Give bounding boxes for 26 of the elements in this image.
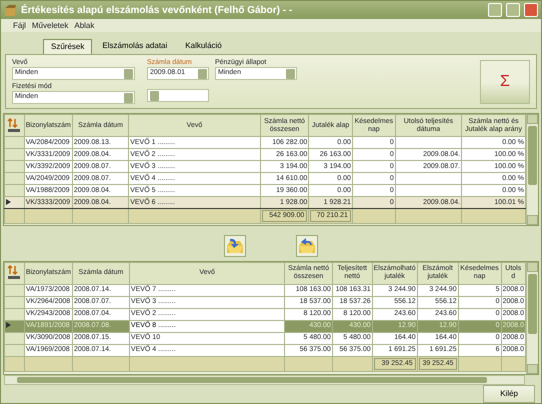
close-button[interactable]	[524, 3, 538, 18]
exit-button[interactable]: Kilép	[483, 384, 535, 403]
sort-icon[interactable]	[7, 265, 22, 282]
window-title: Értékesítés alapú elszámolás vevőnként (Felhő Gábor) - -	[21, 3, 294, 18]
app-icon	[4, 4, 17, 17]
vertical-scrollbar[interactable]	[526, 114, 538, 225]
sum-button[interactable]: Σ	[480, 60, 530, 104]
sort-icon[interactable]	[7, 118, 22, 134]
move-down-button[interactable]	[224, 234, 246, 257]
tab[interactable]: Szűrések	[43, 39, 92, 54]
table-cell	[395, 172, 462, 185]
horizontal-scrollbar[interactable]	[4, 375, 525, 385]
menu-item[interactable]: Műveletek	[32, 20, 68, 32]
table-cell	[395, 136, 462, 149]
row-pointer-icon	[6, 199, 11, 206]
maximize-button[interactable]	[506, 3, 520, 18]
menu-item[interactable]: Ablak	[74, 20, 94, 32]
table-cell	[395, 184, 462, 197]
tab[interactable]: Kalkuláció	[177, 38, 230, 54]
menu-item[interactable]: Fájl	[13, 20, 26, 32]
row-pointer-icon	[6, 322, 11, 328]
minimize-button[interactable]	[488, 3, 502, 18]
vertical-scrollbar[interactable]	[526, 262, 538, 374]
date-field[interactable]	[147, 89, 209, 102]
tab[interactable]: Elszámolás adatai	[94, 38, 176, 54]
move-up-button[interactable]	[296, 234, 318, 257]
